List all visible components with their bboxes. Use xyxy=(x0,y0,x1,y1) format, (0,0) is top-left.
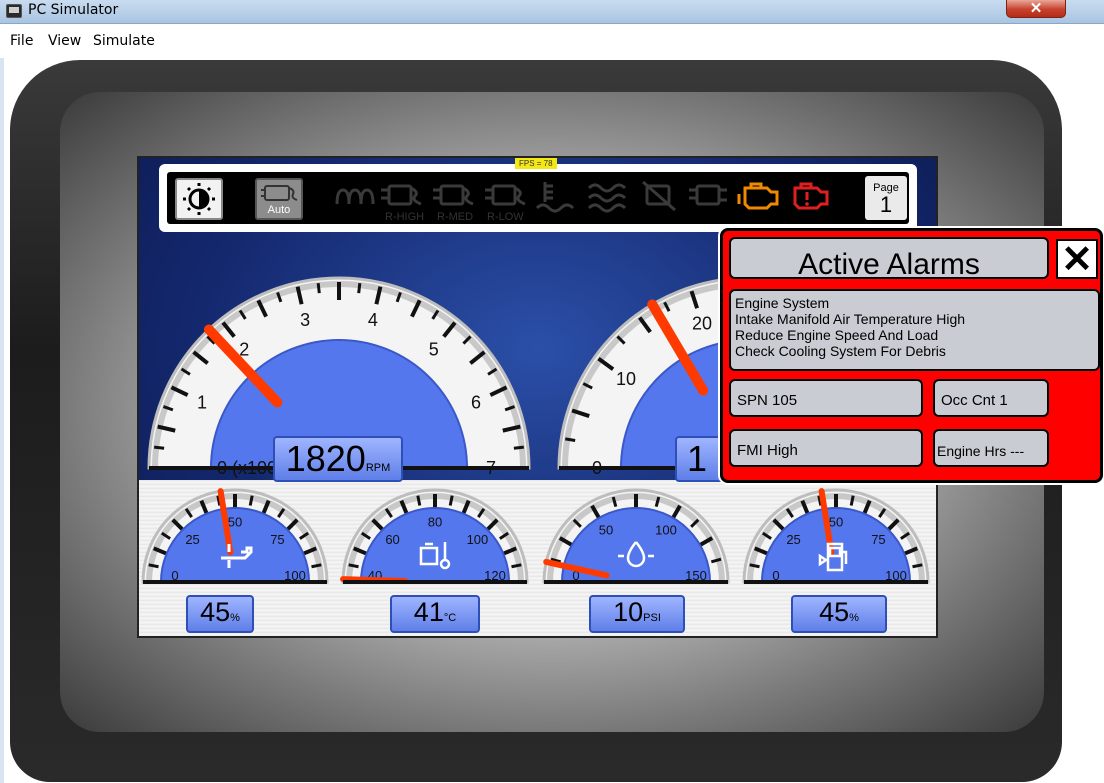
rpm-tick-label: 3 xyxy=(300,310,310,330)
fuel-level-tick xyxy=(912,563,923,569)
coolant-temp-readout: 41°C xyxy=(390,595,480,633)
rpm-tick xyxy=(357,283,362,294)
menu-file[interactable]: File xyxy=(10,33,33,49)
menu-view[interactable]: View xyxy=(48,33,81,49)
coolant-temp-tick xyxy=(416,495,422,506)
rpm-readout: 1820RPM xyxy=(273,436,403,482)
alarm-message: Engine System Intake Manifold Air Temper… xyxy=(729,289,1100,371)
alarm-message-line: Check Cooling System For Debris xyxy=(735,343,946,359)
oil-pressure-tick-label: 50 xyxy=(599,523,613,538)
coolant-temp-value: 41 xyxy=(413,597,444,627)
rpm-tick xyxy=(513,445,524,450)
oil-pressure-tick-label: 100 xyxy=(655,523,677,538)
window-close-button[interactable]: ✕ xyxy=(1006,0,1066,18)
rpm-tick xyxy=(154,445,165,450)
fuel-level-tick-label: 75 xyxy=(871,532,885,547)
rpm-value: 1820 xyxy=(285,438,366,479)
rpm-tick xyxy=(316,283,321,294)
load-tick-label: 25 xyxy=(185,532,199,547)
alarm-occurrence-count: Occ Cnt 1 xyxy=(933,379,1049,417)
second-gauge-value: 1 xyxy=(687,438,708,479)
window-border-left xyxy=(0,58,4,783)
alarm-message-line: Intake Manifold Air Temperature High xyxy=(735,311,966,327)
rpm-tick-label: 4 xyxy=(368,310,378,330)
oil-pressure-unit: PSI xyxy=(643,612,661,624)
rpm-tick-label: 5 xyxy=(429,339,439,359)
coolant-temp-tick-label: 100 xyxy=(467,532,489,547)
window-title: PC Simulator xyxy=(28,2,119,18)
fuel-level-tick-label: 50 xyxy=(829,515,843,530)
oil-pressure-readout: 10PSI xyxy=(589,595,685,633)
alarm-fmi: FMI High xyxy=(729,429,923,467)
coolant-temp-tick-label: 80 xyxy=(428,515,442,530)
coolant-temp-tick-label: 60 xyxy=(385,532,399,547)
active-alarms-popup: Active Alarms ✕ Engine System Intake Man… xyxy=(720,228,1103,483)
fuel-level-tick xyxy=(749,563,760,569)
menu-bar: File View Simulate xyxy=(0,24,1104,58)
rpm-unit: RPM xyxy=(365,462,391,474)
title-bar: PC Simulator ✕ xyxy=(0,0,1104,24)
alarm-close-button[interactable]: ✕ xyxy=(1056,239,1098,279)
coolant-temp-tick xyxy=(348,563,359,569)
load-tick xyxy=(311,563,322,569)
second-gauge-tick-label: 10 xyxy=(616,369,636,389)
load-unit: % xyxy=(230,612,240,624)
coolant-temp-tick xyxy=(448,495,454,506)
alarm-engine-hours: Engine Hrs --- xyxy=(933,429,1049,467)
coolant-temp-tick xyxy=(511,563,522,569)
fuel-level-tick-label: 25 xyxy=(786,532,800,547)
load-tick xyxy=(148,563,159,569)
second-gauge-tick-label: 20 xyxy=(692,314,712,334)
second-gauge-tick xyxy=(565,437,576,442)
load-tick xyxy=(248,495,254,506)
alarm-message-line: Reduce Engine Speed And Load xyxy=(735,327,939,343)
alarm-spn: SPN 105 xyxy=(729,379,923,417)
load-value: 45 xyxy=(200,597,231,627)
load-tick-label: 50 xyxy=(228,515,242,530)
fuel-level-unit: % xyxy=(849,612,859,624)
oil-pressure-value: 10 xyxy=(613,597,644,627)
menu-simulate[interactable]: Simulate xyxy=(93,33,155,49)
alarm-message-line: Engine System xyxy=(735,295,830,311)
fuel-level-readout: 45% xyxy=(791,595,887,633)
fuel-level-value: 45 xyxy=(819,597,850,627)
app-icon xyxy=(6,4,22,18)
rpm-tick-label: 6 xyxy=(471,392,481,412)
fuel-level-tick xyxy=(849,495,855,506)
load-tick-label: 75 xyxy=(270,532,284,547)
load-readout: 45% xyxy=(186,595,254,633)
rpm-tick-label: 1 xyxy=(197,392,207,412)
coolant-temp-unit: °C xyxy=(443,612,457,624)
alarm-title: Active Alarms xyxy=(729,237,1049,281)
